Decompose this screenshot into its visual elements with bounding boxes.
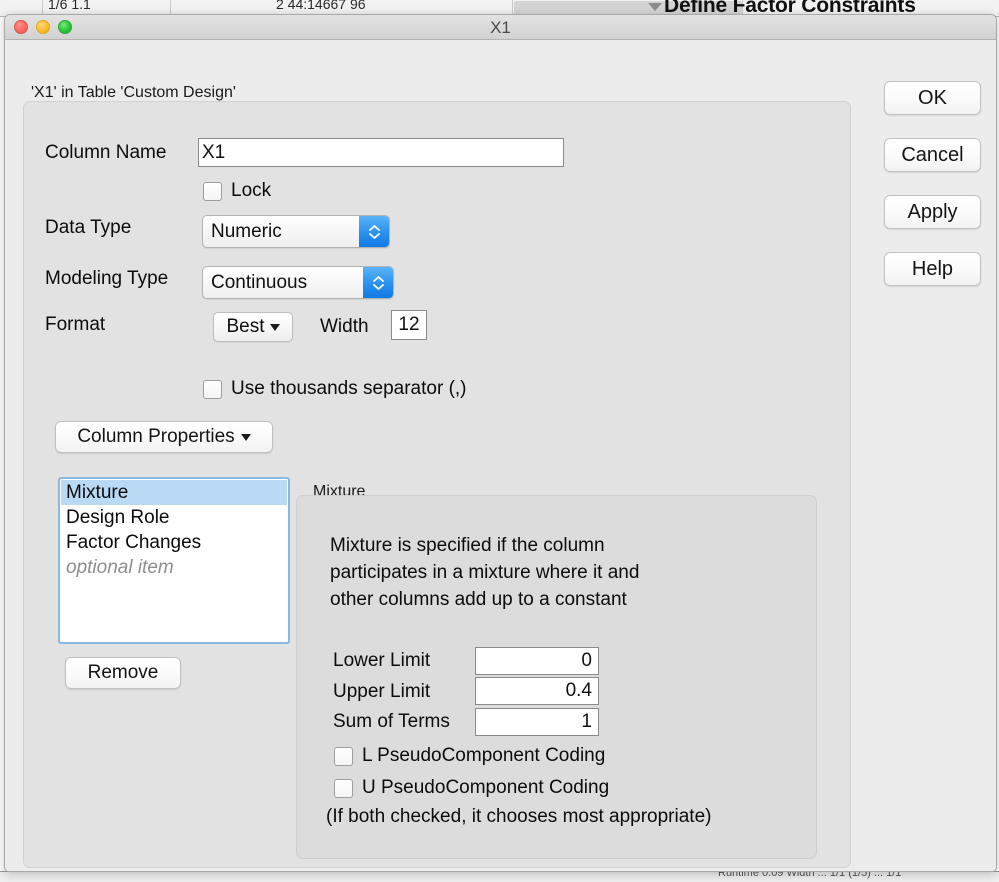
chevron-down-icon — [373, 284, 384, 290]
dialog-title: X1 — [5, 18, 996, 38]
thousands-separator-row[interactable]: Use thousands separator (,) — [203, 378, 467, 400]
sum-of-terms-label: Sum of Terms — [333, 711, 450, 733]
format-value: Best — [226, 316, 264, 338]
upper-limit-input[interactable]: 0.4 — [475, 677, 599, 705]
column-properties-listbox[interactable]: Mixture Design Role Factor Changes optio… — [58, 477, 290, 644]
remove-button[interactable]: Remove — [65, 657, 181, 689]
triangle-down-icon — [270, 324, 280, 331]
u-pseudocomponent-row[interactable]: U PseudoComponent Coding — [334, 777, 609, 799]
data-type-combo[interactable]: Numeric — [202, 215, 390, 248]
background-status-text: Runtime 0.09 Width ... 1/1 (1/5) ... 1/1 — [718, 871, 901, 879]
modeling-type-stepper[interactable] — [363, 267, 393, 298]
width-input[interactable]: 12 — [391, 310, 427, 340]
l-pseudocomponent-checkbox[interactable] — [334, 747, 353, 766]
screenshot-root: 1/6 1.1 2 44:14667 96 Define Factor Cons… — [0, 0, 999, 882]
mixture-description: Mixture is specified if the column parti… — [330, 532, 665, 613]
lock-checkbox[interactable] — [203, 182, 222, 201]
lock-checkbox-row[interactable]: Lock — [203, 180, 271, 202]
mixture-footnote: (If both checked, it chooses most approp… — [326, 806, 711, 828]
triangle-down-icon — [241, 434, 251, 441]
data-type-value: Numeric — [203, 221, 359, 243]
background-app-bottom-strip: Runtime 0.09 Width ... 1/1 (1/5) ... 1/1 — [0, 871, 999, 882]
column-properties-button[interactable]: Column Properties — [55, 421, 273, 453]
help-button[interactable]: Help — [884, 252, 981, 286]
l-pseudocomponent-label: L PseudoComponent Coding — [362, 745, 605, 767]
background-cell-1: 1/6 1.1 — [48, 0, 91, 12]
dialog-caption: 'X1' in Table 'Custom Design' — [31, 84, 236, 102]
u-pseudocomponent-label: U PseudoComponent Coding — [362, 777, 609, 799]
list-item-optional[interactable]: optional item — [61, 555, 287, 580]
thousands-separator-label: Use thousands separator (,) — [231, 378, 467, 400]
apply-button[interactable]: Apply — [884, 195, 981, 229]
chevron-up-icon — [369, 225, 380, 231]
chevron-up-icon — [373, 276, 384, 282]
upper-limit-label: Upper Limit — [333, 681, 430, 703]
format-label: Format — [45, 314, 105, 336]
sum-of-terms-input[interactable]: 1 — [475, 708, 599, 736]
background-disclosure-caret-icon — [648, 3, 662, 11]
modeling-type-combo[interactable]: Continuous — [202, 266, 394, 299]
dialog-titlebar[interactable]: X1 — [5, 15, 996, 40]
background-cell-2: 2 44:14667 96 — [276, 0, 366, 12]
data-type-stepper[interactable] — [359, 216, 389, 247]
list-item-design-role[interactable]: Design Role — [61, 505, 287, 530]
l-pseudocomponent-row[interactable]: L PseudoComponent Coding — [334, 745, 605, 767]
lock-label: Lock — [231, 180, 271, 202]
list-item-mixture[interactable]: Mixture — [61, 480, 287, 505]
chevron-down-icon — [369, 233, 380, 239]
modeling-type-label: Modeling Type — [45, 268, 168, 290]
data-type-label: Data Type — [45, 217, 131, 239]
column-info-dialog: X1 'X1' in Table 'Custom Design' Column … — [4, 14, 997, 872]
list-item-factor-changes[interactable]: Factor Changes — [61, 530, 287, 555]
modeling-type-value: Continuous — [203, 272, 363, 294]
thousands-separator-checkbox[interactable] — [203, 380, 222, 399]
u-pseudocomponent-checkbox[interactable] — [334, 779, 353, 798]
lower-limit-input[interactable]: 0 — [475, 647, 599, 675]
cancel-button[interactable]: Cancel — [884, 138, 981, 172]
column-name-input[interactable]: X1 — [198, 138, 564, 167]
lower-limit-label: Lower Limit — [333, 650, 430, 672]
dialog-body: 'X1' in Table 'Custom Design' Column Nam… — [5, 40, 996, 871]
column-properties-label: Column Properties — [77, 426, 234, 448]
format-pulldown[interactable]: Best — [213, 312, 293, 342]
column-name-label: Column Name — [45, 142, 166, 164]
ok-button[interactable]: OK — [884, 81, 981, 115]
width-label: Width — [320, 316, 369, 338]
